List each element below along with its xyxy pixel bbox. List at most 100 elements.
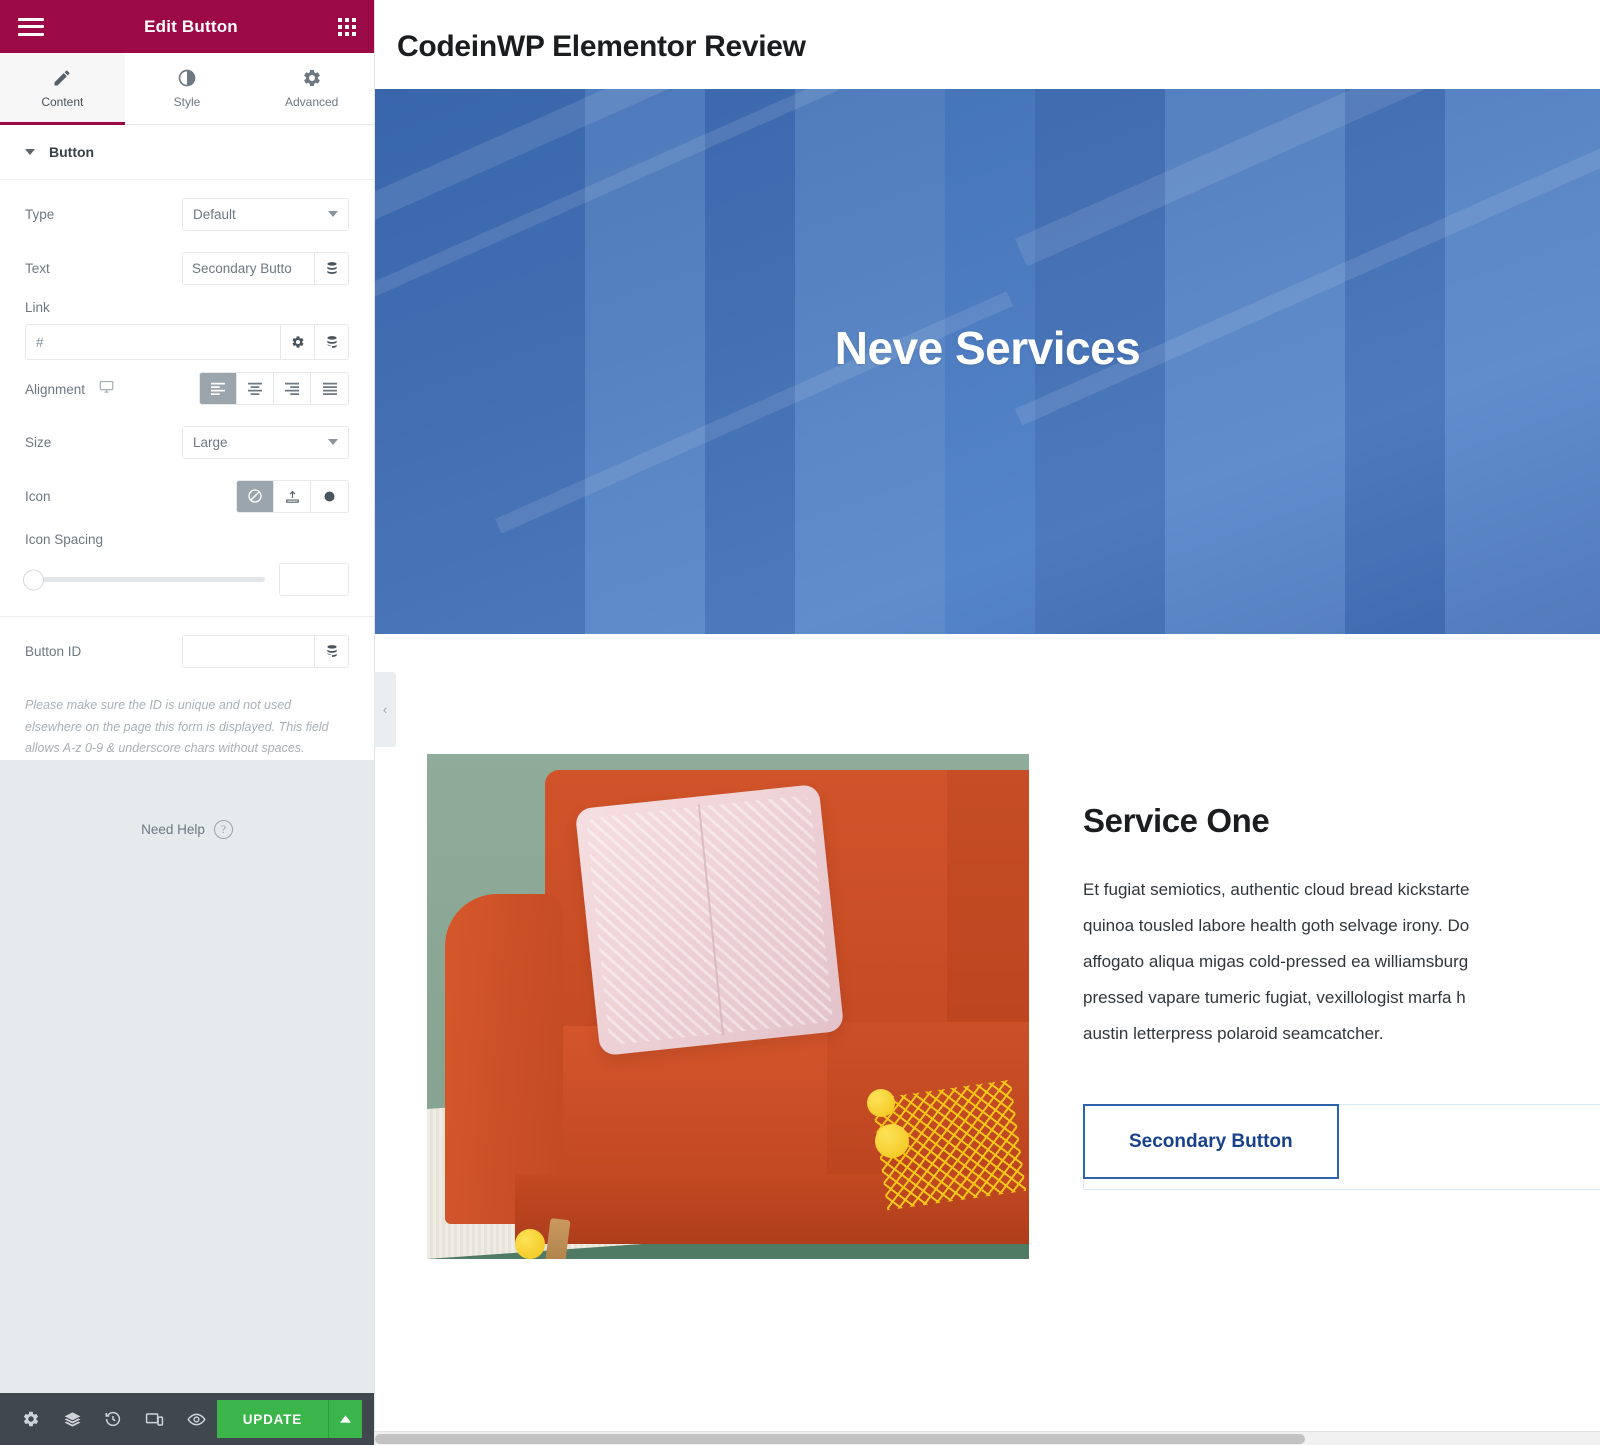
alignment-label-text: Alignment bbox=[25, 382, 86, 397]
service-body-line: pressed vapare tumeric fugiat, vexillolo… bbox=[1083, 988, 1466, 1008]
hero-section[interactable]: Neve Services bbox=[375, 89, 1600, 634]
panel-help-area: Need Help ? bbox=[0, 759, 374, 1393]
service-section: Service One Et fugiat semiotics, authent… bbox=[375, 634, 1600, 1259]
icon-spacing-label: Icon Spacing bbox=[25, 532, 104, 547]
service-body: Et fugiat semiotics, authentic cloud bre… bbox=[1083, 872, 1600, 1052]
service-row: Service One Et fugiat semiotics, authent… bbox=[375, 754, 1600, 1259]
icon-label: Icon bbox=[25, 488, 51, 504]
panel-footer: UPDATE bbox=[0, 1393, 374, 1445]
text-label: Text bbox=[25, 260, 50, 276]
update-button-group: UPDATE bbox=[216, 1400, 363, 1438]
upload-media-icon-button[interactable] bbox=[274, 480, 311, 512]
button-id-input[interactable] bbox=[183, 635, 314, 667]
service-body-line: affogato aliqua migas cold-pressed ea wi… bbox=[1083, 952, 1469, 972]
desktop-monitor-icon[interactable] bbox=[99, 379, 114, 394]
service-text-block: Service One Et fugiat semiotics, authent… bbox=[1029, 754, 1600, 1191]
service-title: Service One bbox=[1083, 802, 1270, 839]
panel-collapse-toggle[interactable]: ‹ bbox=[374, 672, 396, 747]
panel-title: Edit Button bbox=[144, 16, 238, 36]
responsive-mode-icon[interactable] bbox=[134, 1393, 175, 1445]
tab-style-label: Style bbox=[173, 95, 201, 109]
control-type: Type Default bbox=[25, 192, 349, 236]
dynamic-tags-icon[interactable] bbox=[314, 325, 348, 359]
link-options-gear-icon[interactable] bbox=[280, 325, 314, 359]
size-select[interactable]: Large bbox=[182, 425, 349, 459]
control-icon-spacing: Icon Spacing bbox=[23, 528, 349, 610]
need-help-label: Need Help bbox=[141, 821, 205, 837]
type-value: Default bbox=[193, 206, 236, 222]
gear-icon bbox=[302, 68, 322, 88]
icon-spacing-slider-row bbox=[23, 563, 349, 596]
control-icon: Icon bbox=[25, 474, 349, 518]
button-controls: Type Default Text Secondary Butto Link #… bbox=[0, 180, 374, 616]
control-text: Text bbox=[25, 246, 349, 290]
tab-content[interactable]: Content bbox=[0, 53, 125, 125]
button-widget-zone: Secondary Button bbox=[1083, 1100, 1600, 1191]
align-left-button[interactable] bbox=[200, 372, 237, 404]
chevron-down-icon bbox=[328, 211, 338, 217]
align-right-button[interactable] bbox=[274, 372, 311, 404]
link-label: Link bbox=[25, 300, 50, 315]
icon-spacing-slider-track[interactable] bbox=[23, 569, 265, 590]
alignment-label: Alignment bbox=[25, 379, 199, 397]
align-justify-button[interactable] bbox=[311, 372, 348, 404]
no-icon-button[interactable] bbox=[237, 480, 274, 512]
tab-advanced[interactable]: Advanced bbox=[249, 53, 375, 124]
half-circle-icon bbox=[177, 68, 197, 88]
link-input[interactable] bbox=[26, 325, 280, 359]
icon-spacing-input[interactable] bbox=[279, 563, 349, 596]
button-id-controls: Button ID bbox=[0, 617, 374, 689]
chevron-left-icon: ‹ bbox=[382, 702, 388, 717]
chevron-down-icon bbox=[25, 149, 35, 155]
icon-spacing-slider-handle[interactable] bbox=[23, 569, 44, 590]
panel-header: Edit Button bbox=[0, 0, 374, 53]
history-clock-icon[interactable] bbox=[93, 1393, 134, 1445]
dynamic-tags-icon[interactable] bbox=[314, 252, 348, 284]
type-label: Type bbox=[25, 206, 55, 222]
sofa-photo[interactable] bbox=[427, 754, 1029, 1259]
hamburger-icon[interactable] bbox=[18, 17, 44, 36]
elementor-editor: Edit Button Content Style Advanced Butto… bbox=[0, 0, 1600, 1445]
control-link: Link bbox=[25, 300, 349, 366]
icon-library-circle-button[interactable] bbox=[311, 480, 348, 512]
page-preview: CodeinWP Elementor Review Neve Services bbox=[375, 0, 1600, 1445]
dynamic-tags-icon[interactable] bbox=[314, 635, 348, 667]
horizontal-scrollbar[interactable] bbox=[375, 1431, 1600, 1445]
update-button[interactable]: UPDATE bbox=[216, 1400, 329, 1438]
scrollbar-thumb[interactable] bbox=[375, 1434, 1305, 1444]
section-title: Button bbox=[49, 144, 95, 160]
service-body-line: austin letterpress polaroid seamcatcher. bbox=[1083, 1024, 1384, 1044]
control-button-id: Button ID bbox=[25, 629, 349, 673]
navigator-layers-icon[interactable] bbox=[51, 1393, 92, 1445]
size-value: Large bbox=[193, 434, 228, 450]
button-id-hint: Please make sure the ID is unique and no… bbox=[25, 698, 329, 755]
elementor-settings-panel: Edit Button Content Style Advanced Butto… bbox=[0, 0, 396, 1445]
text-input[interactable] bbox=[183, 252, 314, 284]
chevron-down-icon bbox=[328, 439, 338, 445]
page-title: CodeinWP Elementor Review bbox=[397, 30, 806, 63]
preview-eye-icon[interactable] bbox=[175, 1393, 216, 1445]
secondary-button[interactable]: Secondary Button bbox=[1083, 1104, 1339, 1180]
button-id-input-group bbox=[182, 634, 349, 668]
settings-gear-icon[interactable] bbox=[10, 1393, 51, 1445]
update-options-chevron-up-icon[interactable] bbox=[328, 1400, 363, 1438]
section-button-toggle[interactable]: Button bbox=[0, 125, 374, 180]
control-size: Size Large bbox=[25, 420, 349, 464]
question-mark-icon: ? bbox=[213, 819, 233, 839]
align-center-button[interactable] bbox=[237, 372, 274, 404]
icon-button-group bbox=[236, 479, 349, 513]
hero-title: Neve Services bbox=[834, 322, 1141, 374]
control-alignment: Alignment bbox=[25, 366, 349, 410]
tab-advanced-label: Advanced bbox=[284, 95, 339, 109]
tab-style[interactable]: Style bbox=[124, 53, 250, 124]
button-id-label: Button ID bbox=[25, 643, 82, 659]
panel-body: Button Type Default Text Secondary Butto… bbox=[0, 125, 374, 1393]
need-help-link[interactable]: Need Help ? bbox=[141, 819, 233, 839]
service-body-line: quinoa tousled labore health goth selvag… bbox=[1083, 916, 1470, 936]
grid-apps-icon[interactable] bbox=[337, 17, 356, 36]
service-body-line: Et fugiat semiotics, authentic cloud bre… bbox=[1083, 880, 1470, 899]
size-label: Size bbox=[25, 434, 52, 450]
link-input-group bbox=[25, 324, 349, 360]
panel-tabs: Content Style Advanced bbox=[0, 53, 375, 125]
type-select[interactable]: Default bbox=[182, 197, 349, 231]
